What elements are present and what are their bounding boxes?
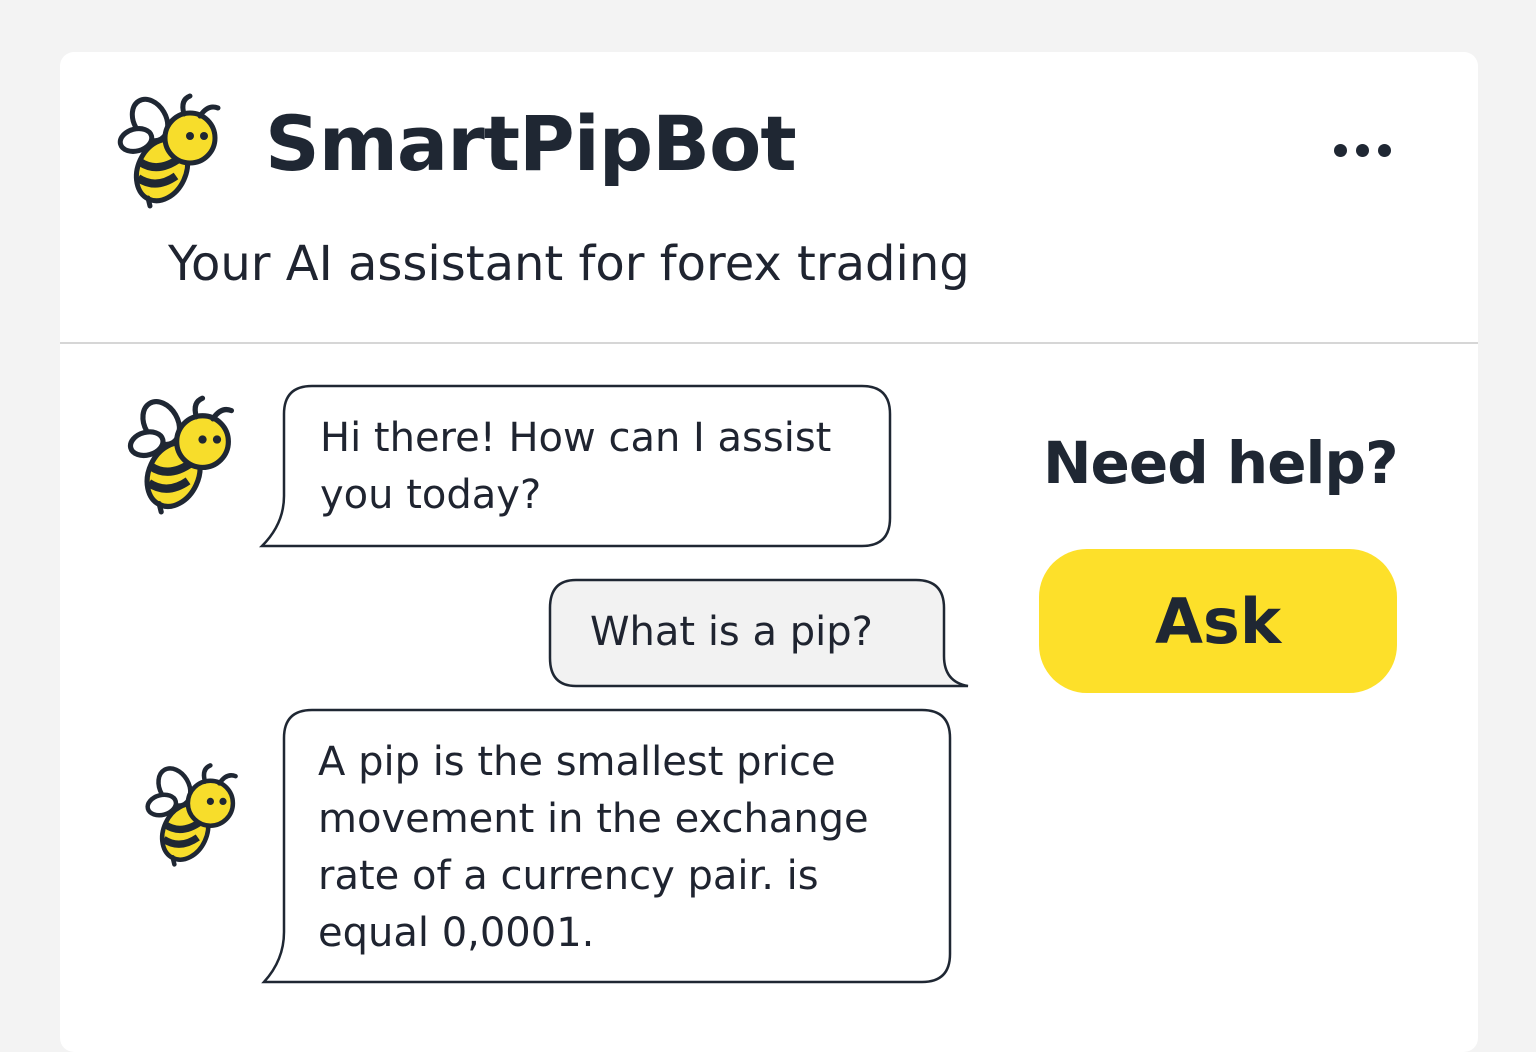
- app-title: SmartPipBot: [265, 99, 797, 188]
- app-subtitle: Your AI assistant for forex trading: [168, 236, 970, 292]
- bot-avatar-bee-icon: [124, 392, 248, 516]
- header-divider: [60, 342, 1478, 344]
- message-text: A pip is the smallest price movement in …: [318, 739, 869, 956]
- more-horizontal-icon-dot: [1377, 143, 1391, 157]
- chat-window: SmartPipBot Your AI assistant for forex …: [60, 52, 1478, 1052]
- bot-avatar-bee-icon: [142, 760, 250, 868]
- more-options-button[interactable]: [1322, 132, 1402, 168]
- more-horizontal-icon-dot: [1355, 143, 1369, 157]
- need-help-heading: Need help?: [1043, 429, 1399, 497]
- bee-logo-icon: [112, 90, 236, 210]
- message-text: What is a pip?: [590, 609, 873, 655]
- message-text: Hi there! How can I assist you today?: [320, 415, 832, 518]
- more-horizontal-icon: [1333, 143, 1347, 157]
- ask-button[interactable]: Ask: [1039, 549, 1397, 693]
